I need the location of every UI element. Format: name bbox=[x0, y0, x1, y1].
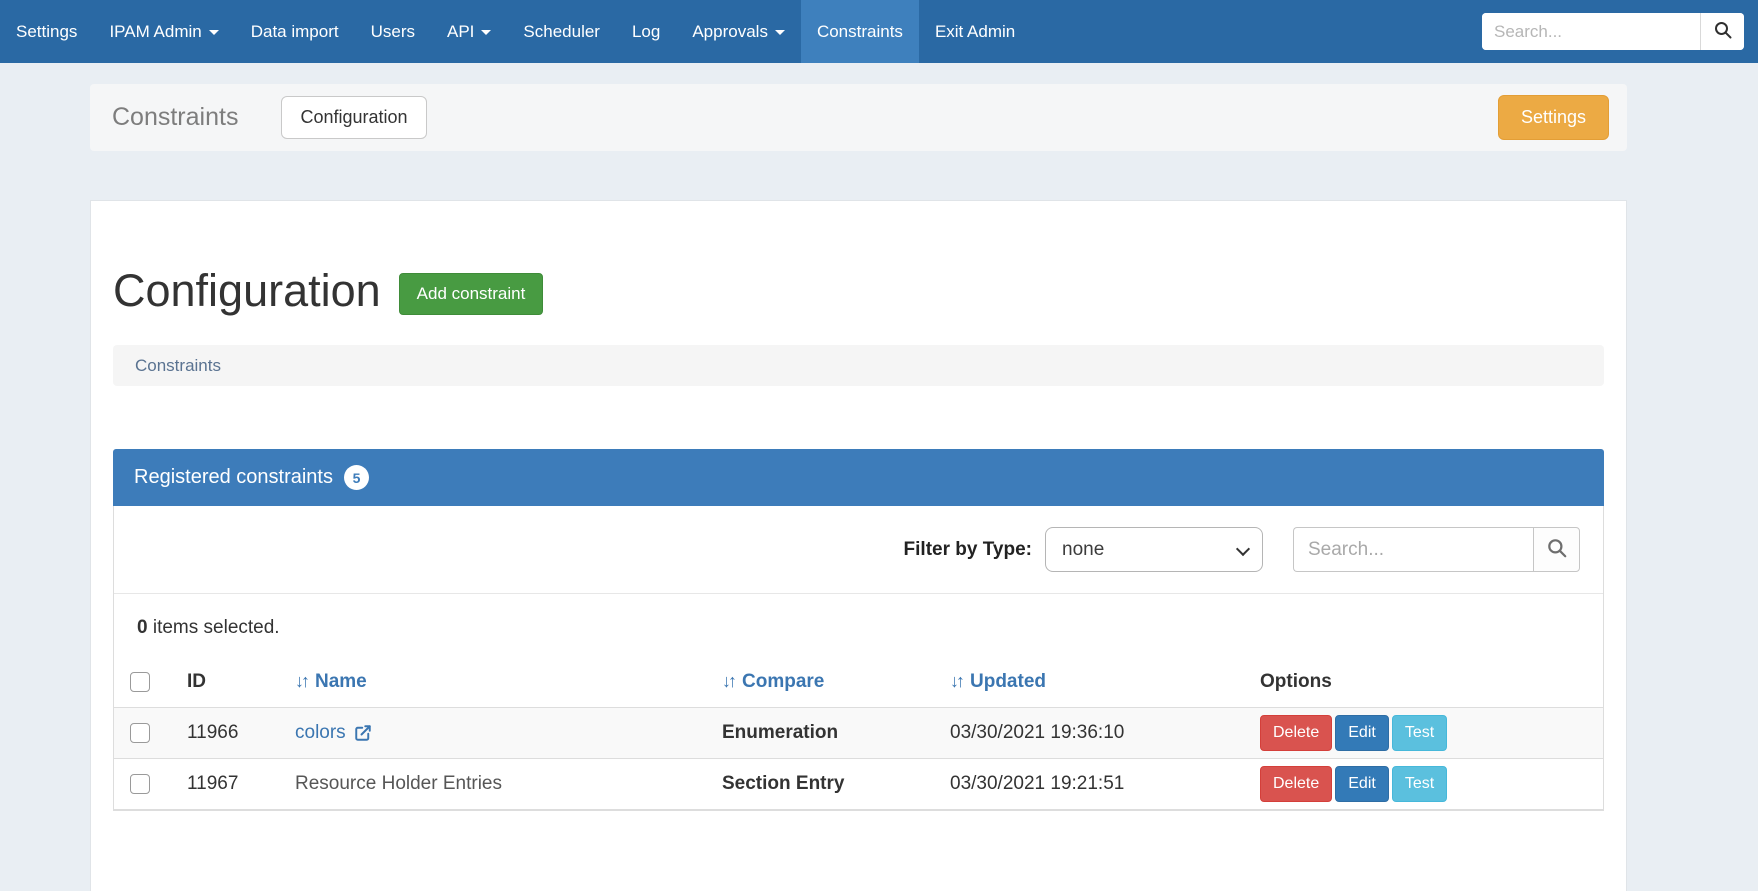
navbar-search-button[interactable] bbox=[1700, 13, 1744, 50]
sort-icon: ↓↑ bbox=[295, 671, 307, 691]
nav-item-label: Scheduler bbox=[523, 22, 600, 42]
cell-compare: Section Entry bbox=[722, 759, 950, 810]
nav-item-api[interactable]: API bbox=[431, 0, 507, 63]
header-name-sort[interactable]: ↓↑ Name bbox=[295, 659, 722, 708]
nav-item-approvals[interactable]: Approvals bbox=[676, 0, 801, 63]
table-row: 11966 colors Enumeration 03/30/2021 19:3… bbox=[114, 708, 1603, 759]
nav-item-settings[interactable]: Settings bbox=[0, 0, 93, 63]
row-options: Delete Edit Test bbox=[1260, 766, 1603, 802]
delete-button[interactable]: Delete bbox=[1260, 766, 1332, 802]
table-search-input[interactable] bbox=[1293, 527, 1533, 572]
breadcrumb-constraints-link[interactable]: Constraints bbox=[135, 356, 221, 376]
header-compare-sort[interactable]: ↓↑ Compare bbox=[722, 659, 950, 708]
type-filter-select[interactable]: none bbox=[1045, 527, 1263, 572]
sort-icon: ↓↑ bbox=[950, 671, 962, 691]
nav-item-constraints[interactable]: Constraints bbox=[801, 0, 919, 63]
count-badge: 5 bbox=[344, 465, 369, 490]
search-icon bbox=[1713, 20, 1733, 43]
cell-compare: Enumeration bbox=[722, 708, 950, 759]
nav-item-label: Settings bbox=[16, 22, 77, 42]
panel-heading: Registered constraints 5 bbox=[113, 449, 1604, 506]
nav-item-data-import[interactable]: Data import bbox=[235, 0, 355, 63]
edit-button[interactable]: Edit bbox=[1335, 715, 1389, 751]
nav-item-label: IPAM Admin bbox=[109, 22, 201, 42]
edit-button[interactable]: Edit bbox=[1335, 766, 1389, 802]
selected-label: items selected. bbox=[148, 617, 280, 638]
nav-item-users[interactable]: Users bbox=[355, 0, 431, 63]
filter-by-type-label: Filter by Type: bbox=[904, 539, 1032, 561]
configuration-tab-button[interactable]: Configuration bbox=[281, 96, 426, 139]
row-options: Delete Edit Test bbox=[1260, 715, 1603, 751]
top-navbar: Settings IPAM Admin Data import Users AP… bbox=[0, 0, 1758, 63]
nav-item-ipam-admin[interactable]: IPAM Admin bbox=[93, 0, 234, 63]
row-checkbox[interactable] bbox=[130, 774, 150, 794]
breadcrumb: Constraints bbox=[113, 345, 1604, 386]
nav-item-exit-admin[interactable]: Exit Admin bbox=[919, 0, 1031, 63]
nav-item-log[interactable]: Log bbox=[616, 0, 676, 63]
navbar-search-input[interactable] bbox=[1482, 13, 1700, 50]
sort-icon: ↓↑ bbox=[722, 671, 734, 691]
nav-item-label: Users bbox=[371, 22, 415, 42]
nav-item-scheduler[interactable]: Scheduler bbox=[507, 0, 616, 63]
table-row: 11967 Resource Holder Entries Section En… bbox=[114, 759, 1603, 810]
delete-button[interactable]: Delete bbox=[1260, 715, 1332, 751]
constraint-name-link[interactable]: colors bbox=[295, 722, 372, 744]
page-title: Constraints bbox=[112, 103, 238, 132]
navbar-search-area bbox=[1482, 0, 1758, 63]
items-selected-text: 0 items selected. bbox=[114, 594, 1603, 659]
caret-down-icon bbox=[481, 30, 491, 35]
header-updated-label: Updated bbox=[970, 671, 1046, 692]
header-id: ID bbox=[187, 659, 295, 708]
row-checkbox[interactable] bbox=[130, 723, 150, 743]
settings-button[interactable]: Settings bbox=[1498, 95, 1609, 140]
panel-title: Registered constraints bbox=[134, 466, 333, 489]
header-select-all bbox=[114, 659, 187, 708]
cell-id: 11967 bbox=[187, 759, 295, 810]
main-content-card: Configuration Add constraint Constraints… bbox=[90, 200, 1627, 891]
nav-item-label: Log bbox=[632, 22, 660, 42]
filter-row: Filter by Type: none bbox=[114, 506, 1603, 594]
nav-item-label: Data import bbox=[251, 22, 339, 42]
constraint-name: Resource Holder Entries bbox=[295, 773, 502, 794]
type-select-wrap: none bbox=[1032, 527, 1263, 572]
search-icon bbox=[1546, 537, 1568, 562]
page-subheader: Constraints Configuration Settings bbox=[90, 84, 1627, 151]
nav-items: Settings IPAM Admin Data import Users AP… bbox=[0, 0, 1031, 63]
header-compare-label: Compare bbox=[742, 671, 824, 692]
nav-item-label: Approvals bbox=[692, 22, 768, 42]
test-button[interactable]: Test bbox=[1392, 715, 1447, 751]
select-all-checkbox[interactable] bbox=[130, 672, 150, 692]
constraints-table: ID ↓↑ Name ↓↑ Compare ↓↑ Updated Options 11… bbox=[114, 659, 1603, 810]
configuration-heading: Configuration bbox=[113, 265, 381, 317]
cell-updated: 03/30/2021 19:36:10 bbox=[950, 708, 1260, 759]
cell-updated: 03/30/2021 19:21:51 bbox=[950, 759, 1260, 810]
external-link-icon bbox=[354, 724, 372, 742]
selected-count: 0 bbox=[137, 617, 148, 638]
nav-item-label: API bbox=[447, 22, 474, 42]
panel-body: Filter by Type: none 0 bbox=[113, 506, 1604, 811]
header-options: Options bbox=[1260, 659, 1603, 708]
table-search-group bbox=[1293, 527, 1580, 572]
cell-id: 11966 bbox=[187, 708, 295, 759]
table-search-button[interactable] bbox=[1533, 527, 1580, 572]
nav-item-label: Constraints bbox=[817, 22, 903, 42]
header-name-label: Name bbox=[315, 671, 367, 692]
table-header-row: ID ↓↑ Name ↓↑ Compare ↓↑ Updated Options bbox=[114, 659, 1603, 708]
nav-item-label: Exit Admin bbox=[935, 22, 1015, 42]
registered-constraints-panel: Registered constraints 5 Filter by Type:… bbox=[113, 449, 1604, 811]
header-updated-sort[interactable]: ↓↑ Updated bbox=[950, 659, 1260, 708]
configuration-header: Configuration Add constraint bbox=[113, 265, 1604, 317]
add-constraint-button[interactable]: Add constraint bbox=[399, 273, 544, 315]
caret-down-icon bbox=[775, 30, 785, 35]
constraint-name: colors bbox=[295, 722, 346, 744]
test-button[interactable]: Test bbox=[1392, 766, 1447, 802]
caret-down-icon bbox=[209, 30, 219, 35]
